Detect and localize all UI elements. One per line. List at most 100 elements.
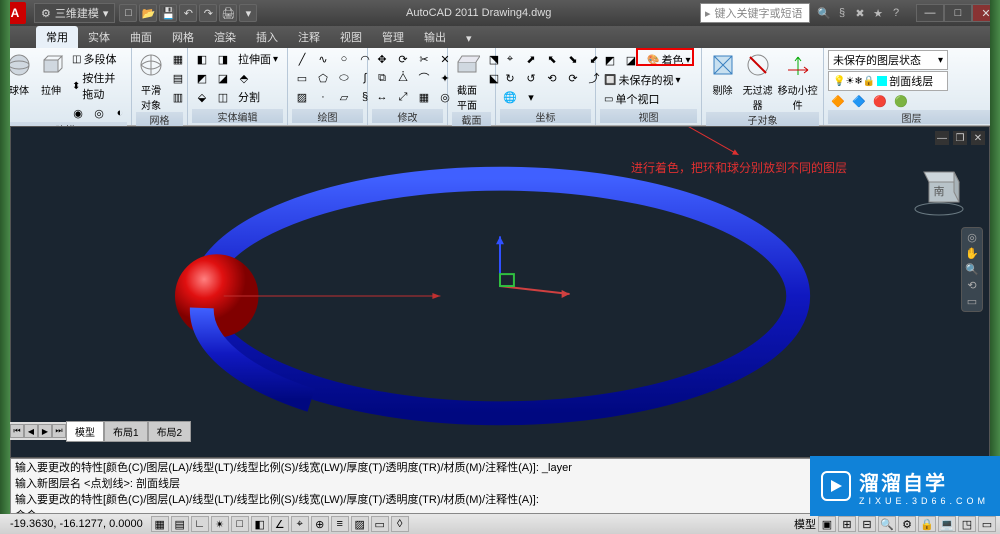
tpy-toggle[interactable]: ▨ (351, 516, 369, 532)
status-annoscale[interactable]: 🔍 (878, 516, 896, 532)
tab-layout1[interactable]: 布局1 (104, 421, 148, 442)
status-clean-icon[interactable]: ▭ (978, 516, 996, 532)
hatch-icon[interactable]: ▨ (292, 88, 312, 106)
tab-mesh[interactable]: 网格 (162, 26, 204, 48)
visual-style-button[interactable]: 🎨 着色 ▾ (642, 50, 695, 70)
fillet-icon[interactable]: ⌒ (414, 69, 434, 87)
tab-layout2[interactable]: 布局2 (148, 421, 192, 442)
otrack-toggle[interactable]: ∠ (271, 516, 289, 532)
tab-annotate[interactable]: 注释 (288, 26, 330, 48)
presspull-button[interactable]: ⬍ 按住并拖动 (68, 69, 130, 103)
ucs-icon8[interactable]: ⟲ (542, 69, 562, 87)
workspace-selector[interactable]: ⚙ 三维建模 ▾ (34, 3, 115, 23)
ucs-icon2[interactable]: ⬈ (521, 50, 541, 68)
mesh-less-icon[interactable]: ▤ (168, 69, 188, 87)
osnap-toggle[interactable]: □ (231, 516, 249, 532)
circle-icon[interactable]: ○ (334, 50, 354, 68)
open-icon[interactable]: 📂 (139, 4, 157, 22)
tab-model[interactable]: 模型 (66, 421, 104, 442)
se-icon3[interactable]: ◩ (192, 69, 212, 87)
array-icon[interactable]: ▦ (414, 88, 434, 106)
tab-last-icon[interactable]: ⏭ (52, 424, 66, 438)
ellipse-icon[interactable]: ⬭ (334, 69, 354, 87)
section-plane-button[interactable]: 截面 平面 (452, 50, 482, 112)
subtract-icon[interactable]: ◎ (89, 104, 109, 122)
status-lock-icon[interactable]: 🔒 (918, 516, 936, 532)
polar-toggle[interactable]: ✴ (211, 516, 229, 532)
redo-icon[interactable]: ↷ (199, 4, 217, 22)
status-hw-icon[interactable]: 💻 (938, 516, 956, 532)
smooth-object-button[interactable]: 平滑 对象 (136, 50, 166, 112)
print-icon[interactable]: 🖨 (219, 4, 237, 22)
status-workspace-icon[interactable]: ⚙ (898, 516, 916, 532)
union-icon[interactable]: ◉ (68, 104, 88, 122)
layer-icon3[interactable]: 🔴 (870, 92, 890, 110)
layer-icon4[interactable]: 🟢 (891, 92, 911, 110)
search-input[interactable]: ▸ 键入关键字或短语 (700, 3, 810, 23)
mirror-icon[interactable]: ⧊ (393, 69, 413, 87)
favorite-icon[interactable]: ★ (870, 5, 886, 21)
ucs-icon3[interactable]: ⬉ (542, 50, 562, 68)
single-viewport-button[interactable]: ▭ 单个视口 (600, 90, 697, 108)
line-icon[interactable]: ╱ (292, 50, 312, 68)
subscription-icon[interactable]: § (834, 5, 850, 21)
point-icon[interactable]: · (313, 88, 333, 106)
ucs-icon1[interactable]: ⌖ (500, 50, 520, 68)
ucs-icon6[interactable]: ↻ (500, 69, 520, 87)
unsaved-view-button[interactable]: 🔲 未保存的视▾ (600, 71, 697, 89)
snap-toggle[interactable]: ▦ (151, 516, 169, 532)
status-icon2[interactable]: ⊞ (838, 516, 856, 532)
slice-button[interactable]: 分割 (234, 88, 264, 106)
se-icon1[interactable]: ◧ (192, 50, 212, 68)
exchange-icon[interactable]: ✖ (852, 5, 868, 21)
tab-insert[interactable]: 插入 (246, 26, 288, 48)
tab-next-icon[interactable]: ▶ (38, 424, 52, 438)
layer-icon2[interactable]: 🔷 (849, 92, 869, 110)
model-space-label[interactable]: 模型 (794, 516, 816, 532)
extrude-face-button[interactable]: 拉伸面 ▾ (234, 50, 282, 68)
rotate-icon[interactable]: ⟳ (393, 50, 413, 68)
se-icon6[interactable]: ⬙ (192, 88, 212, 106)
stretch-icon[interactable]: ↔ (372, 88, 392, 106)
rect-icon[interactable]: ▭ (292, 69, 312, 87)
trim-icon[interactable]: ✂ (414, 50, 434, 68)
new-icon[interactable]: □ (119, 4, 137, 22)
tab-manage[interactable]: 管理 (372, 26, 414, 48)
se-icon4[interactable]: ◪ (213, 69, 233, 87)
lwt-toggle[interactable]: ≡ (331, 516, 349, 532)
view-icon2[interactable]: ◪ (621, 51, 641, 69)
tab-view[interactable]: 视图 (330, 26, 372, 48)
save-icon[interactable]: 💾 (159, 4, 177, 22)
dyn-toggle[interactable]: ⊕ (311, 516, 329, 532)
grid-toggle[interactable]: ▤ (171, 516, 189, 532)
ucs-icon4[interactable]: ⬊ (563, 50, 583, 68)
polygon-icon[interactable]: ⬠ (313, 69, 333, 87)
search-icon[interactable]: 🔍 (816, 5, 832, 21)
qat-dropdown-icon[interactable]: ▾ (239, 4, 257, 22)
polysolid-button[interactable]: ◫ 多段体 (68, 50, 130, 68)
mesh-refine-icon[interactable]: ▥ (168, 88, 188, 106)
move-gizmo-button[interactable]: 移动小控件 (776, 50, 819, 112)
extrude-button[interactable]: 拉伸 (36, 50, 66, 97)
no-filter-button[interactable]: 无过滤器 (741, 50, 774, 112)
se-icon7[interactable]: ◫ (213, 88, 233, 106)
tab-first-icon[interactable]: ⏮ (10, 424, 24, 438)
viewport[interactable]: — ❐ ✕ 南 ◎ ✋ 🔍 ⟲ ▭ (10, 126, 990, 458)
layer-dropdown[interactable]: 💡☀❄🔒 剖面线层 (828, 71, 948, 91)
undo-icon[interactable]: ↶ (179, 4, 197, 22)
tab-home[interactable]: 常用 (36, 26, 78, 48)
scale-icon[interactable]: ⤢ (393, 88, 413, 106)
ortho-toggle[interactable]: ∟ (191, 516, 209, 532)
ucs-icon7[interactable]: ↺ (521, 69, 541, 87)
tab-output[interactable]: 输出 (414, 26, 456, 48)
ucs-named-icon[interactable]: ▾ (521, 88, 541, 106)
help-icon[interactable]: ? (888, 5, 904, 21)
se-icon5[interactable]: ⬘ (234, 69, 254, 87)
view-icon1[interactable]: ◩ (600, 51, 620, 69)
ducs-toggle[interactable]: ⌖ (291, 516, 309, 532)
copy-icon[interactable]: ⧉ (372, 69, 392, 87)
intersect-icon[interactable]: ◐ (110, 104, 130, 122)
tab-surface[interactable]: 曲面 (120, 26, 162, 48)
status-icon3[interactable]: ⊟ (858, 516, 876, 532)
qp-toggle[interactable]: ▭ (371, 516, 389, 532)
